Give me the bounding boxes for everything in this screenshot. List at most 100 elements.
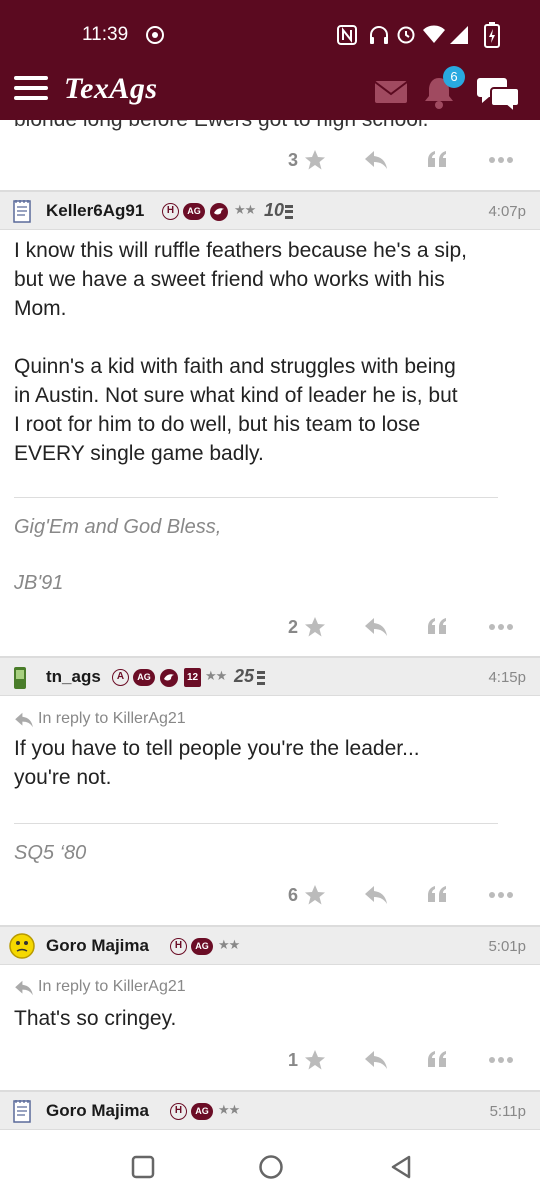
recents-icon[interactable]: [131, 1155, 155, 1179]
post-header: Goro Majima H AG ★★ 5:11p: [0, 1090, 540, 1130]
reply-icon[interactable]: [364, 617, 388, 637]
ag-badge: AG: [133, 669, 155, 686]
signal-icon: [450, 26, 468, 44]
back-icon[interactable]: [389, 1154, 413, 1180]
body-line: If you have to tell people you're the le…: [14, 737, 420, 760]
system-nav-bar: [0, 1130, 540, 1200]
signature-line: JB'91: [14, 572, 64, 594]
reply-icon[interactable]: [364, 1050, 388, 1070]
years-bars-icon: [285, 205, 293, 219]
body-line: in Austin. Not sure what kind of leader …: [14, 384, 458, 407]
more-icon[interactable]: [488, 1056, 514, 1064]
status-time: 11:39: [82, 24, 129, 45]
star-icon[interactable]: [304, 884, 326, 906]
signature-divider: [14, 823, 498, 824]
post-header: Goro Majima H AG ★★ 5:01p: [0, 925, 540, 965]
wifi-icon: [423, 25, 445, 43]
post-actions: 2: [0, 607, 540, 647]
signature-divider: [14, 497, 498, 498]
post-body: That's so cringey.: [14, 1004, 524, 1033]
quote-icon[interactable]: [426, 885, 448, 905]
body-line: you're not.: [14, 766, 112, 789]
post-body: I know this will ruffle feathers because…: [14, 236, 524, 468]
years-badge: 10: [264, 200, 285, 220]
star-icon[interactable]: [304, 616, 326, 638]
chrome-icon: [146, 26, 164, 44]
score-count: 2: [288, 617, 299, 637]
more-icon[interactable]: [488, 156, 514, 164]
stars-icon: ★★: [218, 938, 240, 953]
score-count: 3: [288, 150, 299, 170]
years-bars-icon: [257, 671, 265, 685]
reply-icon[interactable]: [364, 885, 388, 905]
username[interactable]: Goro Majima: [46, 936, 149, 956]
username[interactable]: Keller6Ag91: [46, 201, 144, 221]
post-time: 4:15p: [488, 669, 526, 686]
battery-icon: [484, 22, 500, 48]
post-time: 5:11p: [489, 1103, 526, 1120]
mascot-badge-icon: [210, 203, 228, 221]
texags-logo[interactable]: TexAgs: [64, 72, 158, 106]
body-line: Mom.: [14, 297, 67, 320]
post-actions: 1: [0, 1040, 540, 1080]
reply-arrow-icon: [15, 980, 33, 996]
menu-icon[interactable]: [14, 76, 48, 106]
notification-badge: 6: [443, 66, 465, 88]
mascot-badge-icon: [160, 669, 178, 687]
a-badge: A: [112, 669, 129, 686]
ag-badge: AG: [183, 203, 205, 220]
ag-badge: AG: [191, 938, 213, 955]
mail-icon[interactable]: [374, 80, 408, 104]
smiley-avatar-icon: [9, 933, 35, 959]
chat-icon[interactable]: [476, 74, 522, 112]
more-icon[interactable]: [488, 623, 514, 631]
quote-icon[interactable]: [426, 1050, 448, 1070]
post-actions: 3: [0, 140, 540, 180]
post-time: 4:07p: [488, 203, 526, 220]
body-line: I root for him to do well, but his team …: [14, 413, 421, 436]
app-bar: TexAgs 6: [0, 66, 540, 120]
stars-icon: ★★: [218, 1103, 240, 1118]
body-line: I know this will ruffle feathers because…: [14, 239, 468, 262]
post-time: 5:01p: [488, 938, 526, 955]
h-badge: H: [170, 938, 187, 955]
body-line: [14, 323, 524, 352]
h-badge: H: [170, 1103, 187, 1120]
post-header: Keller6Ag91 H AG ★★ 10 4:07p: [0, 190, 540, 230]
twelfth-man-badge: 12: [184, 668, 201, 687]
reply-arrow-icon: [15, 712, 33, 728]
username[interactable]: Goro Majima: [46, 1101, 149, 1121]
notepad-icon: [13, 200, 31, 223]
thread-content: blonde long before Ewers got to high sch…: [0, 120, 540, 1130]
quote-icon[interactable]: [426, 617, 448, 637]
headphones-icon: [370, 26, 388, 44]
status-bar: 11:39: [0, 0, 540, 66]
body-line: Quinn's a kid with faith and struggles w…: [14, 355, 456, 378]
alarm-icon: [397, 26, 415, 44]
phone-icon: [14, 667, 26, 689]
signature-line: SQ5 ‘80: [14, 842, 87, 864]
previous-post-text: blonde long before Ewers got to high sch…: [14, 120, 428, 132]
star-icon[interactable]: [304, 1049, 326, 1071]
notepad-icon: [13, 1100, 31, 1123]
ag-badge: AG: [191, 1103, 213, 1120]
signature-line: Gig'Em and God Bless,: [14, 516, 222, 538]
more-icon[interactable]: [488, 891, 514, 899]
reply-to-link[interactable]: In reply to KillerAg21: [38, 710, 186, 728]
reply-to-link[interactable]: In reply to KillerAg21: [38, 978, 186, 996]
stars-icon: ★★: [205, 669, 227, 684]
body-line: but we have a sweet friend who works wit…: [14, 268, 445, 291]
home-icon[interactable]: [258, 1154, 284, 1180]
post-actions: 6: [0, 875, 540, 915]
score-count: 6: [288, 885, 299, 905]
stars-icon: ★★: [234, 203, 256, 218]
post-body: If you have to tell people you're the le…: [14, 734, 524, 792]
h-badge: H: [162, 203, 179, 220]
quote-icon[interactable]: [426, 150, 448, 170]
body-line: EVERY single game badly.: [14, 442, 264, 465]
username[interactable]: tn_ags: [46, 667, 101, 687]
nfc-icon: [337, 25, 357, 45]
star-icon[interactable]: [304, 149, 326, 171]
score-count: 1: [288, 1050, 299, 1070]
reply-icon[interactable]: [364, 150, 388, 170]
